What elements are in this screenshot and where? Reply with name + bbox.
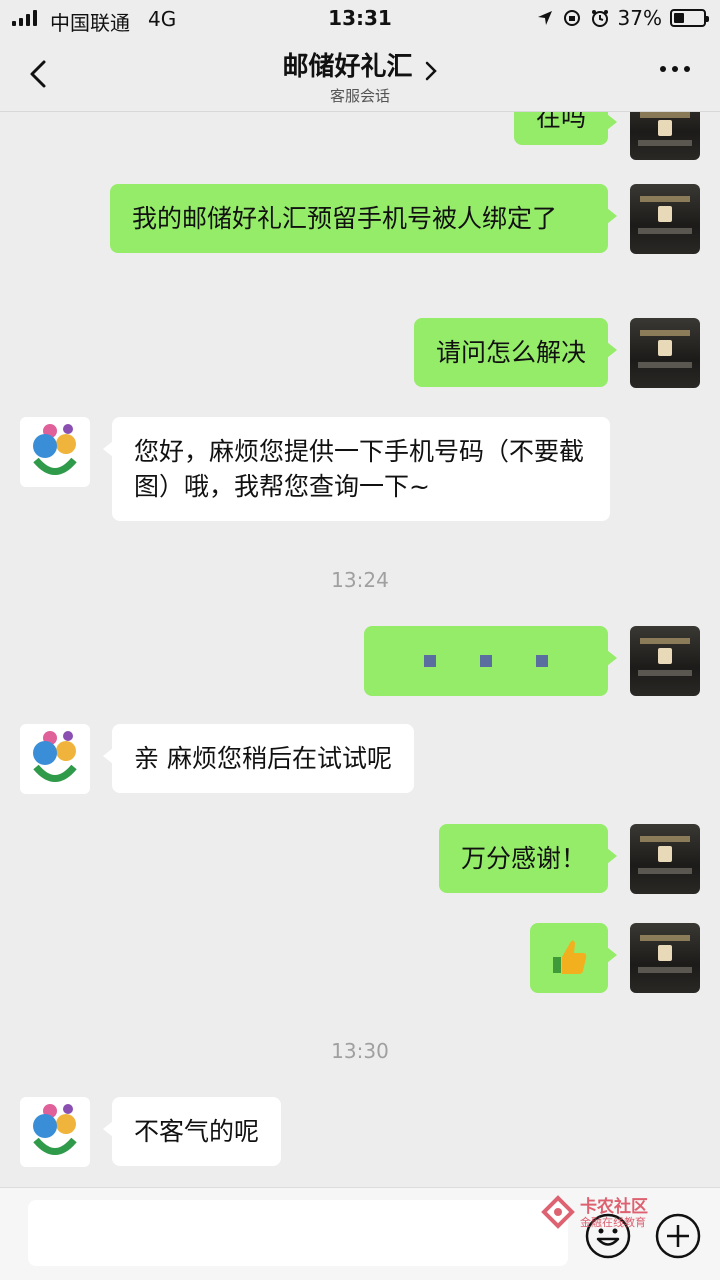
service-avatar[interactable] (20, 1097, 90, 1167)
user-avatar-icon (638, 196, 692, 234)
user-avatar[interactable] (630, 318, 700, 388)
redacted-dot-icon (424, 655, 436, 667)
battery-fill (674, 13, 685, 23)
service-logo-icon (33, 731, 77, 782)
message-text: 请问怎么解决 (435, 338, 586, 367)
chat-message-list[interactable]: 在吗 我的邮储好礼汇预留手机号被人绑定了 请问怎么解决 您好，麻烦您提供一下手机… (0, 112, 720, 1187)
redacted-dot-icon (480, 655, 492, 667)
message-text: 万分感谢！ (460, 844, 586, 873)
service-avatar[interactable] (20, 417, 90, 487)
thumbs-up-icon (553, 940, 587, 974)
emoji-button[interactable] (584, 1212, 632, 1260)
user-avatar[interactable] (630, 923, 700, 993)
more-dot-icon (660, 66, 666, 72)
message-row: 万分感谢！ (0, 824, 720, 894)
emoji-message-bubble[interactable] (530, 923, 617, 993)
battery-percentage: 37% (617, 6, 662, 30)
message-row: 在吗 (0, 112, 720, 172)
page-subtitle: 客服会话 (329, 87, 390, 105)
message-row (0, 626, 720, 696)
more-options-button[interactable] (660, 66, 690, 72)
message-text: 您好，麻烦您提供一下手机号码（不要截图）哦，我帮您查询一下~ (134, 437, 585, 501)
user-avatar-icon (638, 330, 692, 368)
more-dot-icon (672, 66, 678, 72)
battery-icon (670, 9, 709, 27)
outgoing-message-bubble[interactable]: 万分感谢！ (438, 824, 618, 893)
user-avatar[interactable] (630, 824, 700, 894)
outgoing-message-bubble[interactable]: 我的邮储好礼汇预留手机号被人绑定了 (110, 184, 617, 253)
alarm-icon (591, 10, 608, 27)
user-avatar[interactable] (630, 184, 700, 254)
message-row (0, 923, 720, 993)
redacted-message-bubble[interactable] (364, 626, 617, 696)
message-text: 亲 麻烦您稍后在试试呢 (134, 744, 392, 773)
message-row: 亲 麻烦您稍后在试试呢 (0, 724, 720, 794)
message-text: 在吗 (535, 112, 586, 132)
outgoing-message-bubble[interactable]: 在吗 (513, 112, 618, 145)
user-avatar-icon (638, 112, 692, 146)
message-row: 请问怎么解决 (0, 318, 720, 388)
message-row: 您好，麻烦您提供一下手机号码（不要截图）哦，我帮您查询一下~ (0, 417, 720, 523)
status-right-group: 37% (536, 6, 709, 30)
user-avatar[interactable] (630, 112, 700, 160)
message-text: 我的邮储好礼汇预留手机号被人绑定了 (132, 204, 558, 233)
chat-timestamp: 13:30 (331, 1039, 389, 1063)
nav-title-group[interactable]: 邮储好礼汇 客服会话 (0, 46, 720, 106)
redacted-dot-icon (536, 655, 548, 667)
user-avatar[interactable] (630, 626, 700, 696)
message-input-bar (0, 1187, 720, 1280)
message-row: 不客气的呢 (0, 1097, 720, 1167)
service-avatar[interactable] (20, 724, 90, 794)
incoming-message-bubble[interactable]: 不客气的呢 (102, 1097, 282, 1166)
location-icon (537, 11, 552, 25)
chat-timestamp: 13:24 (331, 568, 389, 592)
nav-bar: 邮储好礼汇 客服会话 (0, 36, 720, 112)
smile-icon (585, 1213, 631, 1259)
message-input[interactable] (28, 1200, 568, 1266)
message-text: 不客气的呢 (134, 1117, 260, 1146)
chevron-right-icon (425, 61, 437, 80)
user-avatar-icon (638, 935, 692, 973)
plus-circle-icon (655, 1213, 701, 1259)
user-avatar-icon (638, 638, 692, 676)
incoming-message-bubble[interactable]: 您好，麻烦您提供一下手机号码（不要截图）哦，我帮您查询一下~ (103, 417, 610, 521)
orientation-lock-icon (563, 10, 580, 26)
service-logo-icon (33, 1104, 77, 1155)
incoming-message-bubble[interactable]: 亲 麻烦您稍后在试试呢 (103, 724, 414, 793)
more-actions-button[interactable] (654, 1212, 702, 1260)
service-logo-icon (33, 424, 77, 475)
outgoing-message-bubble[interactable]: 请问怎么解决 (413, 318, 618, 387)
user-avatar-icon (638, 836, 692, 874)
status-bar: 中国联通 4G 13:31 37% (0, 0, 720, 36)
more-dot-icon (684, 66, 690, 72)
page-title: 邮储好礼汇 (282, 52, 413, 82)
message-row: 我的邮储好礼汇预留手机号被人绑定了 (0, 184, 720, 294)
